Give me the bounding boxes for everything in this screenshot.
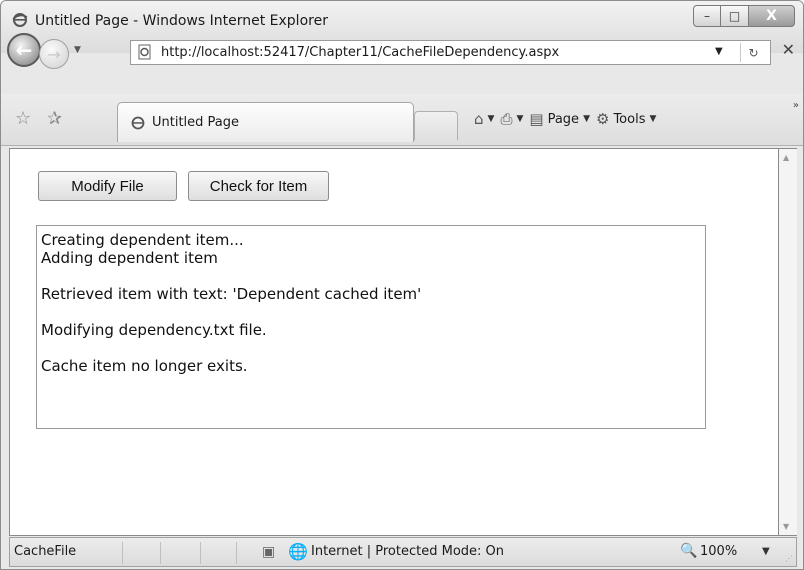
recent-pages-dropdown-icon[interactable]: ▼ [74, 45, 81, 55]
home-button[interactable]: ⌂ ▼ [474, 110, 494, 128]
page-icon [138, 44, 151, 60]
print-button[interactable]: ⎙ ▼ [500, 110, 523, 128]
browser-window: Untitled Page - Windows Internet Explore… [0, 0, 804, 570]
zoom-dropdown-icon[interactable]: ▼ [762, 546, 770, 557]
window-controls: – □ X [693, 5, 795, 29]
status-divider [200, 542, 201, 564]
address-dropdown-icon[interactable]: ▼ [715, 46, 723, 57]
globe-icon: 🌐 [288, 542, 308, 561]
chevron-down-icon: ▼ [516, 114, 524, 124]
output-line: Modifying dependency.txt file. [41, 321, 267, 339]
check-for-item-button[interactable]: Check for Item [188, 171, 329, 201]
back-arrow-icon: ← [15, 38, 33, 62]
status-divider [160, 542, 161, 564]
favorites-star-icon[interactable]: ☆ [15, 108, 31, 129]
back-button[interactable]: ← [7, 33, 41, 67]
output-blank-line [41, 267, 701, 285]
status-text: CacheFile [14, 544, 77, 559]
window-title: Untitled Page - Windows Internet Explore… [35, 13, 328, 29]
maximize-button[interactable]: □ [721, 5, 749, 27]
resize-grip-icon[interactable]: ⋰ [785, 554, 793, 563]
page-menu-label: Page [547, 111, 580, 127]
chevron-down-icon: ▼ [487, 114, 495, 124]
minimize-button[interactable]: – [693, 5, 721, 27]
page-menu[interactable]: ▤ Page ▼ [529, 110, 590, 128]
status-divider [236, 542, 237, 564]
status-divider [122, 542, 123, 564]
vertical-scrollbar[interactable]: ▲ ▼ [779, 148, 797, 536]
refresh-icon[interactable]: ↻ [740, 43, 766, 62]
output-line: Retrieved item with text: 'Dependent cac… [41, 285, 422, 303]
zoom-icon[interactable]: 🔍 [680, 543, 697, 559]
scroll-down-icon[interactable]: ▼ [783, 522, 789, 531]
stop-icon[interactable]: ✕ [782, 40, 795, 59]
command-bar: ⌂ ▼ ⎙ ▼ ▤ Page ▼ ⚙ Tools ▼ [474, 108, 656, 130]
output-panel: Creating dependent item... Adding depend… [36, 225, 706, 429]
tab-bar: ☆ ✰ Untitled Page ⌂ ▼ ⎙ ▼ ▤ Page ▼ ⚙ Too… [1, 94, 803, 146]
page-content: Modify File Check for Item Creating depe… [9, 148, 779, 536]
add-favorites-icon[interactable]: ✰ [47, 108, 62, 129]
zoom-level[interactable]: 100% [700, 544, 737, 559]
navigation-bar: ← → ▼ http://localhost:52417/Chapter11/C… [1, 29, 803, 79]
ie-logo-icon [12, 13, 28, 27]
address-bar[interactable]: http://localhost:52417/Chapter11/CacheFi… [130, 40, 771, 65]
security-zone-icon[interactable]: ▣ [262, 544, 275, 560]
scroll-up-icon[interactable]: ▲ [783, 153, 789, 162]
security-zone-text: Internet | Protected Mode: On [311, 544, 505, 559]
url-text: http://localhost:52417/Chapter11/CacheFi… [161, 45, 560, 60]
output-blank-line [41, 339, 701, 357]
printer-icon: ⎙ [500, 110, 513, 128]
forward-button[interactable]: → [39, 39, 69, 69]
close-button[interactable]: X [749, 5, 795, 27]
output-line: Creating dependent item... [41, 231, 244, 249]
output-blank-line [41, 303, 701, 321]
output-line: Cache item no longer exits. [41, 357, 248, 375]
ie-page-icon [131, 116, 145, 130]
modify-file-button[interactable]: Modify File [38, 171, 177, 201]
output-line: Adding dependent item [41, 249, 218, 267]
chevron-down-icon: ▼ [583, 114, 590, 124]
more-commands-icon[interactable]: » [793, 100, 799, 111]
tools-menu-label: Tools [613, 111, 646, 127]
home-icon: ⌂ [474, 110, 484, 128]
status-bar: CacheFile ▣ 🌐 Internet | Protected Mode:… [9, 537, 797, 567]
page-icon: ▤ [529, 110, 544, 128]
chevron-down-icon: ▼ [649, 114, 657, 124]
forward-arrow-icon: → [47, 44, 61, 64]
gear-icon: ⚙ [595, 110, 610, 128]
tab-untitled-page[interactable]: Untitled Page [117, 102, 414, 142]
tab-label: Untitled Page [152, 115, 240, 130]
tools-menu[interactable]: ⚙ Tools ▼ [596, 110, 656, 128]
new-tab-button[interactable] [414, 111, 458, 140]
